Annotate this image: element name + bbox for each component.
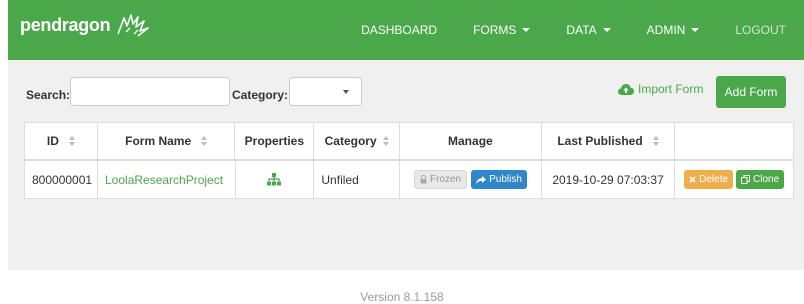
chevron-down-icon bbox=[691, 28, 700, 32]
nav-dashboard[interactable]: DASHBOARD bbox=[343, 0, 455, 60]
col-header-form-name-label: Form Name bbox=[125, 134, 192, 148]
col-header-manage-label: Manage bbox=[448, 134, 493, 148]
clone-button[interactable]: Clone bbox=[736, 170, 785, 189]
nav-data-label: DATA bbox=[566, 23, 597, 37]
cell-properties bbox=[236, 161, 315, 198]
sort-icon bbox=[68, 136, 75, 146]
brand-name: pendragon bbox=[20, 14, 111, 35]
nav-admin-label: ADMIN bbox=[646, 23, 686, 37]
col-header-properties-label: Properties bbox=[244, 134, 305, 148]
publish-button[interactable]: Publish bbox=[471, 170, 527, 189]
cell-manage: Frozen Publish bbox=[400, 161, 542, 198]
main-nav: DASHBOARD FORMS DATA ADMIN LOGOUT bbox=[343, 0, 804, 60]
clone-label: Clone bbox=[753, 174, 780, 185]
nav-data-dropdown[interactable]: DATA bbox=[548, 0, 628, 60]
brand-logo[interactable]: pendragon bbox=[20, 12, 152, 38]
cell-id: 800000001 bbox=[25, 161, 98, 198]
col-header-last-published-label: Last Published bbox=[557, 134, 643, 148]
chevron-down-icon bbox=[602, 28, 611, 32]
share-icon bbox=[476, 175, 487, 184]
chevron-down-icon bbox=[522, 28, 531, 32]
search-input[interactable] bbox=[70, 77, 230, 106]
sort-icon bbox=[652, 136, 659, 146]
cell-last-published: 2019-10-29 07:03:37 bbox=[542, 161, 676, 198]
table-header: ID Form Name Properties Category Manage … bbox=[25, 123, 793, 161]
top-navbar: pendragon DASHBOARD FORMS DATA ADMIN LOG… bbox=[8, 0, 804, 60]
delete-label: Delete bbox=[699, 174, 729, 185]
table-row: 800000001 LoolaResearchProject Unfiled F… bbox=[25, 161, 793, 198]
col-header-form-name[interactable]: Form Name bbox=[98, 123, 236, 159]
col-header-manage: Manage bbox=[400, 123, 542, 159]
cell-form-name: LoolaResearchProject bbox=[98, 161, 236, 198]
nav-forms-dropdown[interactable]: FORMS bbox=[455, 0, 548, 60]
category-select[interactable] bbox=[289, 77, 362, 106]
import-form-label: Import Form bbox=[638, 82, 704, 96]
add-form-button[interactable]: Add Form bbox=[716, 76, 786, 108]
nav-logout[interactable]: LOGOUT bbox=[717, 0, 804, 60]
sort-icon bbox=[201, 136, 208, 146]
nav-logout-label: LOGOUT bbox=[735, 23, 786, 37]
import-form-link[interactable]: Import Form bbox=[618, 82, 703, 96]
frozen-button[interactable]: Frozen bbox=[413, 170, 468, 189]
col-header-id-label: ID bbox=[46, 134, 59, 148]
forms-panel: Search: Category: Import Form Add Form I… bbox=[8, 60, 804, 270]
sort-icon bbox=[382, 136, 389, 146]
delete-button[interactable]: Delete bbox=[684, 170, 734, 189]
form-name-link[interactable]: LoolaResearchProject bbox=[105, 173, 223, 187]
col-header-category-label: Category bbox=[324, 134, 377, 148]
col-header-last-published[interactable]: Last Published bbox=[542, 123, 676, 159]
cloud-upload-icon bbox=[618, 83, 634, 95]
nav-forms-label: FORMS bbox=[473, 23, 517, 37]
col-header-actions bbox=[675, 123, 793, 159]
cell-actions: Delete Clone bbox=[675, 161, 793, 198]
publish-label: Publish bbox=[489, 174, 522, 185]
col-header-properties: Properties bbox=[235, 123, 315, 159]
nav-dashboard-label: DASHBOARD bbox=[361, 23, 438, 37]
col-header-category[interactable]: Category bbox=[314, 123, 401, 159]
dragon-logo-icon bbox=[117, 14, 150, 37]
category-label: Category: bbox=[232, 88, 289, 102]
chevron-down-icon bbox=[343, 89, 349, 94]
close-icon bbox=[689, 176, 696, 183]
sitemap-icon[interactable] bbox=[267, 173, 282, 186]
add-form-label: Add Form bbox=[724, 85, 778, 99]
cell-category: Unfiled bbox=[314, 161, 401, 198]
col-header-id[interactable]: ID bbox=[25, 123, 98, 159]
copy-icon bbox=[741, 175, 751, 184]
forms-table: ID Form Name Properties Category Manage … bbox=[24, 122, 794, 199]
search-label: Search: bbox=[26, 88, 71, 102]
lock-icon bbox=[420, 175, 427, 184]
nav-admin-dropdown[interactable]: ADMIN bbox=[629, 0, 718, 60]
frozen-label: Frozen bbox=[429, 174, 462, 185]
